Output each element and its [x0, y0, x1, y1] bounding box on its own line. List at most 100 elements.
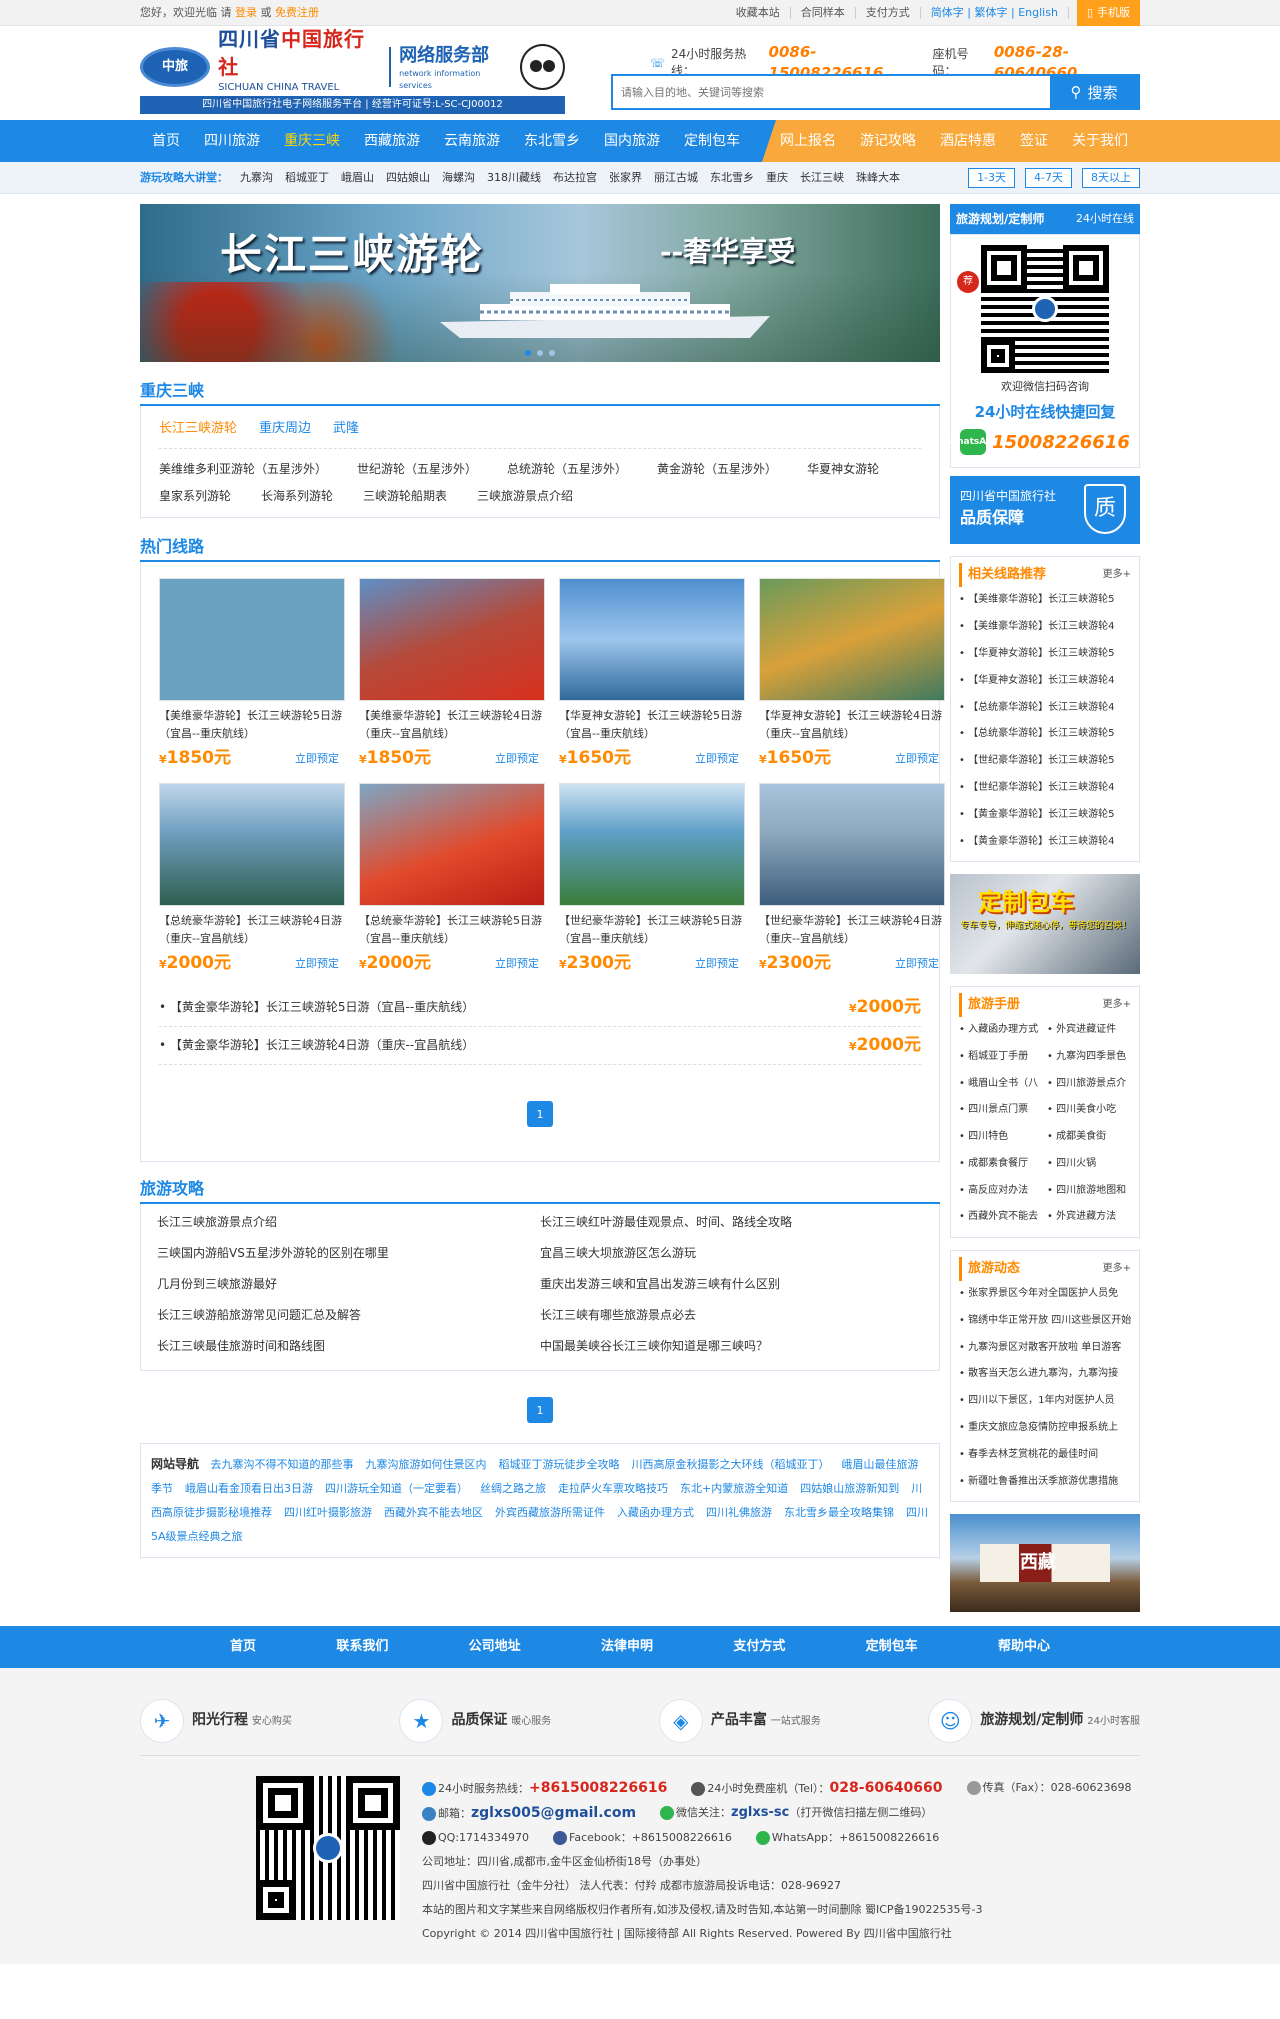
duration-tag-4-7[interactable]: 4-7天 [1025, 168, 1072, 188]
book-now-button[interactable]: 立即预定 [495, 751, 539, 766]
manual-link[interactable]: 成都素食餐厅 [959, 1151, 1043, 1178]
subnav-item[interactable]: 四姑娘山 [386, 170, 430, 185]
lang-english[interactable]: English [1018, 6, 1058, 19]
news-link[interactable]: 四川以下景区，1年内对医护人员 [959, 1388, 1131, 1415]
guide-article-link[interactable]: 重庆出发游三峡和宜昌出发游三峡有什么区别 [540, 1276, 923, 1293]
route-name[interactable]: 【总统豪华游轮】长江三峡游轮5日游（宜昌--重庆航线） [359, 912, 545, 948]
subnav-item[interactable]: 九寨沟 [240, 170, 273, 185]
hero-banner[interactable]: 长江三峡游轮 --奢华享受 [140, 204, 940, 362]
banner-dot[interactable] [537, 350, 543, 356]
route-name[interactable]: 【美维豪华游轮】长江三峡游轮4日游（重庆--宜昌航线） [359, 707, 545, 743]
duration-tag-8plus[interactable]: 8天以上 [1082, 168, 1140, 188]
guide-article-link[interactable]: 几月份到三峡旅游最好 [157, 1276, 540, 1293]
news-link[interactable]: 春季去林芝赏桃花的最佳时间 [959, 1442, 1131, 1469]
route-thumbnail[interactable] [559, 577, 745, 701]
sitemap-link[interactable]: 九寨沟旅游如何住景区内 [366, 1458, 487, 1471]
tab-chongqing-nearby[interactable]: 重庆周边 [259, 420, 311, 438]
quality-guarantee-banner[interactable]: 四川省中国旅行社 品质保障 质 [950, 476, 1140, 545]
route-card[interactable]: 【总统豪华游轮】长江三峡游轮4日游（重庆--宜昌航线） ¥2000元 立即预定 [159, 782, 345, 976]
sitemap-link[interactable]: 丝绸之路之旅 [480, 1482, 546, 1495]
route-thumbnail[interactable] [559, 782, 745, 906]
subnav-item[interactable]: 重庆 [766, 170, 788, 185]
nav-charter[interactable]: 定制包车 [672, 120, 752, 162]
guide-article-link[interactable]: 长江三峡旅游景点介绍 [157, 1214, 540, 1231]
nav-tibet[interactable]: 西藏旅游 [352, 120, 432, 162]
cruise-link[interactable]: 三峡旅游景点介绍 [477, 488, 573, 505]
guide-article-link[interactable]: 中国最美峡谷长江三峡你知道是哪三峡吗？ [540, 1338, 923, 1355]
route-thumbnail[interactable] [159, 577, 345, 701]
guide-article-link[interactable]: 三峡国内游船VS五星涉外游轮的区别在哪里 [157, 1245, 540, 1262]
sitemap-link[interactable]: 去九寨沟不得不知道的那些事 [211, 1458, 354, 1471]
more-link[interactable]: 更多+ [1103, 568, 1131, 582]
manual-link[interactable]: 四川旅游地图和 [1047, 1178, 1131, 1205]
contract-link[interactable]: 合同样本 [791, 7, 856, 19]
tab-yangtze-cruise[interactable]: 长江三峡游轮 [159, 420, 237, 438]
route-name[interactable]: 【华夏神女游轮】长江三峡游轮4日游（重庆--宜昌航线） [759, 707, 945, 743]
sitemap-link[interactable]: 川西高原金秋摄影之大环线（稻城亚丁） [632, 1458, 830, 1471]
cruise-link[interactable]: 皇家系列游轮 [159, 488, 231, 505]
related-route-link[interactable]: 【美维豪华游轮】长江三峡游轮5 [959, 587, 1131, 614]
cruise-link[interactable]: 三峡游轮船期表 [363, 488, 447, 505]
nav-signup[interactable]: 网上报名 [768, 120, 848, 162]
book-now-button[interactable]: 立即预定 [295, 751, 339, 766]
sitemap-link[interactable]: 稻城亚丁游玩徒步全攻略 [499, 1458, 620, 1471]
manual-link[interactable]: 四川景点门票 [959, 1097, 1043, 1124]
news-link[interactable]: 重庆文旅应急疫情防控申报系统上 [959, 1415, 1131, 1442]
sitemap-link[interactable]: 四川礼佛旅游 [706, 1506, 772, 1519]
sitemap-link[interactable]: 东北雪乡最全攻略集锦 [784, 1506, 894, 1519]
route-list-item[interactable]: • 【黄金豪华游轮】长江三峡游轮4日游（重庆--宜昌航线） ¥2000元 [159, 1027, 921, 1066]
charter-banner[interactable]: 定制包车 专车专导，伸缩式随心停，等待您的召唤！ [950, 874, 1140, 975]
book-now-button[interactable]: 立即预定 [895, 751, 939, 766]
subnav-item[interactable]: 长江三峡 [800, 170, 844, 185]
route-card[interactable]: 【美维豪华游轮】长江三峡游轮5日游（宜昌--重庆航线） ¥1850元 立即预定 [159, 577, 345, 771]
cruise-link[interactable]: 华夏神女游轮 [807, 461, 879, 478]
banner-dot[interactable] [525, 350, 531, 356]
footer-link-charter[interactable]: 定制包车 [866, 1638, 918, 1656]
book-now-button[interactable]: 立即预定 [695, 956, 739, 971]
book-now-button[interactable]: 立即预定 [695, 751, 739, 766]
manual-link[interactable]: 四川旅游景点介 [1047, 1071, 1131, 1098]
manual-link[interactable]: 峨眉山全书（八 [959, 1071, 1043, 1098]
sitemap-link[interactable]: 四川红叶摄影旅游 [284, 1506, 372, 1519]
route-name[interactable]: 【华夏神女游轮】长江三峡游轮5日游（宜昌--重庆航线） [559, 707, 745, 743]
more-link[interactable]: 更多+ [1103, 998, 1131, 1012]
nav-hotel[interactable]: 酒店特惠 [928, 120, 1008, 162]
sitemap-link[interactable]: 西藏外宾不能去地区 [384, 1506, 483, 1519]
route-name[interactable]: • 【黄金豪华游轮】长江三峡游轮4日游（重庆--宜昌航线） [159, 1037, 474, 1054]
manual-link[interactable]: 成都美食街 [1047, 1124, 1131, 1151]
news-link[interactable]: 锦绣中华正常开放 四川这些景区开始 [959, 1308, 1131, 1335]
manual-link[interactable]: 西藏外宾不能去 [959, 1204, 1043, 1231]
page-button[interactable]: 1 [527, 1397, 553, 1424]
subnav-item[interactable]: 318川藏线 [487, 170, 541, 185]
route-name[interactable]: • 【黄金豪华游轮】长江三峡游轮5日游（宜昌--重庆航线） [159, 999, 474, 1016]
route-name[interactable]: 【世纪豪华游轮】长江三峡游轮4日游（重庆--宜昌航线） [759, 912, 945, 948]
nav-domestic[interactable]: 国内旅游 [592, 120, 672, 162]
sitemap-link[interactable]: 东北+内蒙旅游全知道 [680, 1482, 788, 1495]
related-route-link[interactable]: 【华夏神女游轮】长江三峡游轮5 [959, 641, 1131, 668]
footer-link-legal[interactable]: 法律申明 [601, 1638, 653, 1656]
nav-visa[interactable]: 签证 [1008, 120, 1060, 162]
search-button[interactable]: ⚲ 搜索 [1050, 76, 1138, 108]
search-input[interactable] [613, 76, 1050, 108]
guide-article-link[interactable]: 长江三峡有哪些旅游景点必去 [540, 1307, 923, 1324]
route-thumbnail[interactable] [359, 782, 545, 906]
site-logo[interactable]: 中旅 四川省中国旅行社 SICHUAN CHINA TRAVEL SERVICE… [140, 27, 565, 114]
sitemap-link[interactable]: 峨眉山看金顶看日出3日游 [185, 1482, 313, 1495]
route-name[interactable]: 【世纪豪华游轮】长江三峡游轮5日游（宜昌--重庆航线） [559, 912, 745, 948]
route-card[interactable]: 【美维豪华游轮】长江三峡游轮4日游（重庆--宜昌航线） ¥1850元 立即预定 [359, 577, 545, 771]
route-card[interactable]: 【总统豪华游轮】长江三峡游轮5日游（宜昌--重庆航线） ¥2000元 立即预定 [359, 782, 545, 976]
route-card[interactable]: 【世纪豪华游轮】长江三峡游轮5日游（宜昌--重庆航线） ¥2300元 立即预定 [559, 782, 745, 976]
subnav-item[interactable]: 海螺沟 [442, 170, 475, 185]
related-route-link[interactable]: 【黄金豪华游轮】长江三峡游轮5 [959, 802, 1131, 829]
manual-link[interactable]: 入藏函办理方式 [959, 1017, 1043, 1044]
manual-link[interactable]: 高反应对办法 [959, 1178, 1043, 1205]
cruise-link[interactable]: 长海系列游轮 [261, 488, 333, 505]
lang-simplified[interactable]: 简体字 [931, 6, 964, 19]
manual-link[interactable]: 稻城亚丁手册 [959, 1044, 1043, 1071]
footer-link-payment[interactable]: 支付方式 [733, 1638, 785, 1656]
cruise-link[interactable]: 世纪游轮（五星涉外） [357, 461, 477, 478]
manual-link[interactable]: 外宾进藏方法 [1047, 1204, 1131, 1231]
nav-northeast[interactable]: 东北雪乡 [512, 120, 592, 162]
side-phone[interactable]: WhatsApp 15008226616 [947, 429, 1139, 456]
manual-link[interactable]: 四川特色 [959, 1124, 1043, 1151]
